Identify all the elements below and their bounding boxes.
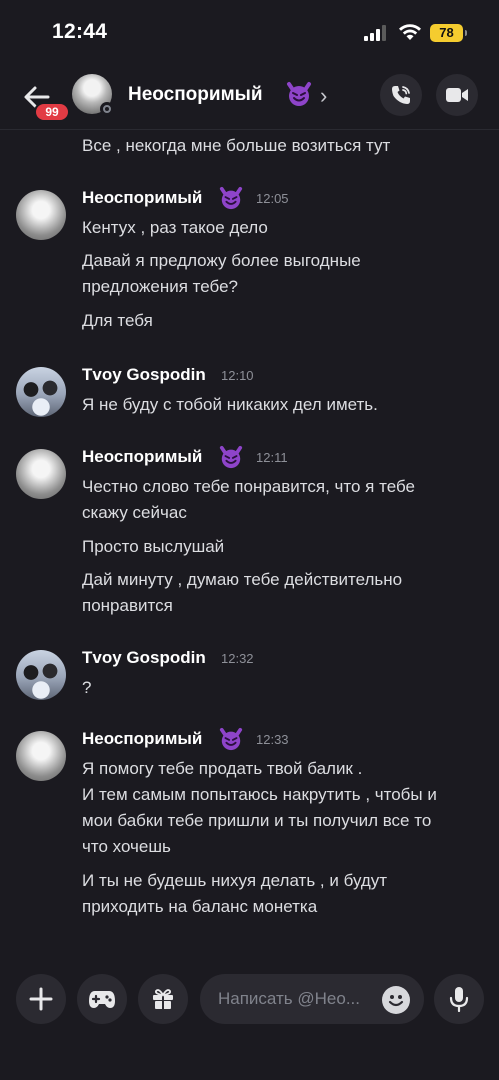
chevron-right-icon[interactable]: › [320,83,327,109]
avatar[interactable] [16,449,66,499]
message-text: Все , некогда мне больше возиться тут [82,136,391,155]
status-bar: 12:44 78 [0,0,499,66]
message-list[interactable]: Все , некогда мне больше возиться тут Не… [0,131,499,961]
wifi-icon [399,24,421,40]
message-text: понравится [82,596,173,615]
avatar[interactable] [16,367,66,417]
message-text: И тем самым попытаюсь накрутить , чтобы … [82,785,437,804]
message-text: Я помогу тебе продать твой балик . [82,759,363,778]
unread-badge: 99 [34,102,70,122]
microphone-icon [449,987,469,1012]
page-title[interactable]: Неоспоримый [128,84,263,106]
phone-icon [392,86,410,104]
message-author[interactable]: Tvoy Gospodin [82,365,206,385]
avatar[interactable] [16,731,66,781]
message-text: Для тебя [82,311,153,330]
message-text: Просто выслушай [82,537,225,556]
message-input-placeholder: Написать @Нео... [218,989,360,1008]
smiling-imp-icon [219,727,243,751]
message-text: Давай я предложу более выгодные [82,251,361,270]
status-time: 12:44 [52,20,108,43]
message-timestamp: 12:32 [221,651,254,666]
gift-button[interactable] [138,974,188,1024]
channel-header: 99 Неоспоримый › [0,66,499,130]
activities-button[interactable] [77,974,127,1024]
message-text: Честно слово тебе понравится, что я тебе [82,477,415,496]
message-text: предложения тебе? [82,277,238,296]
message-composer: Написать @Нео... [0,962,499,1080]
gift-icon [153,989,173,1009]
avatar[interactable] [16,650,66,700]
message-timestamp: 12:10 [221,368,254,383]
message-text: приходить на баланс монетка [82,897,318,916]
video-call-button[interactable] [436,74,478,116]
message-text: скажу сейчас [82,503,187,522]
message-input[interactable]: Написать @Нео... [200,974,424,1024]
gamepad-icon [89,991,115,1008]
video-camera-icon [446,88,468,102]
message-text: И ты не будешь нихуя делать , и будут [82,871,388,890]
plus-icon [29,987,53,1011]
battery-indicator: 78 [430,24,467,42]
message-author[interactable]: Неоспоримый [82,729,202,749]
voice-call-button[interactable] [380,74,422,116]
message-author[interactable]: Tvoy Gospodin [82,648,206,668]
message-text: что хочешь [82,837,171,856]
avatar[interactable] [16,190,66,240]
message-text: ? [82,678,92,697]
smiling-imp-icon [219,445,243,469]
message-timestamp: 12:05 [256,191,289,206]
smiling-imp-icon [287,82,311,106]
smiley-icon [388,995,404,1007]
message-text: Я не буду с тобой никаких дел иметь. [82,395,378,414]
message-text: Дай минуту , думаю тебе действительно [82,570,403,589]
message-text: Кентух , раз такое дело [82,218,268,237]
smiling-imp-icon [219,186,243,210]
cellular-signal-icon [364,25,386,41]
voice-message-button[interactable] [434,974,484,1024]
status-indicator [100,102,114,116]
message-author[interactable]: Неоспоримый [82,447,202,467]
emoji-button[interactable] [382,986,410,1014]
add-attachment-button[interactable] [16,974,66,1024]
message-timestamp: 12:11 [256,450,288,465]
message-text: мои бабки тебе пришли и ты получил все т… [82,811,432,830]
message-timestamp: 12:33 [256,732,289,747]
message-author[interactable]: Неоспоримый [82,188,202,208]
